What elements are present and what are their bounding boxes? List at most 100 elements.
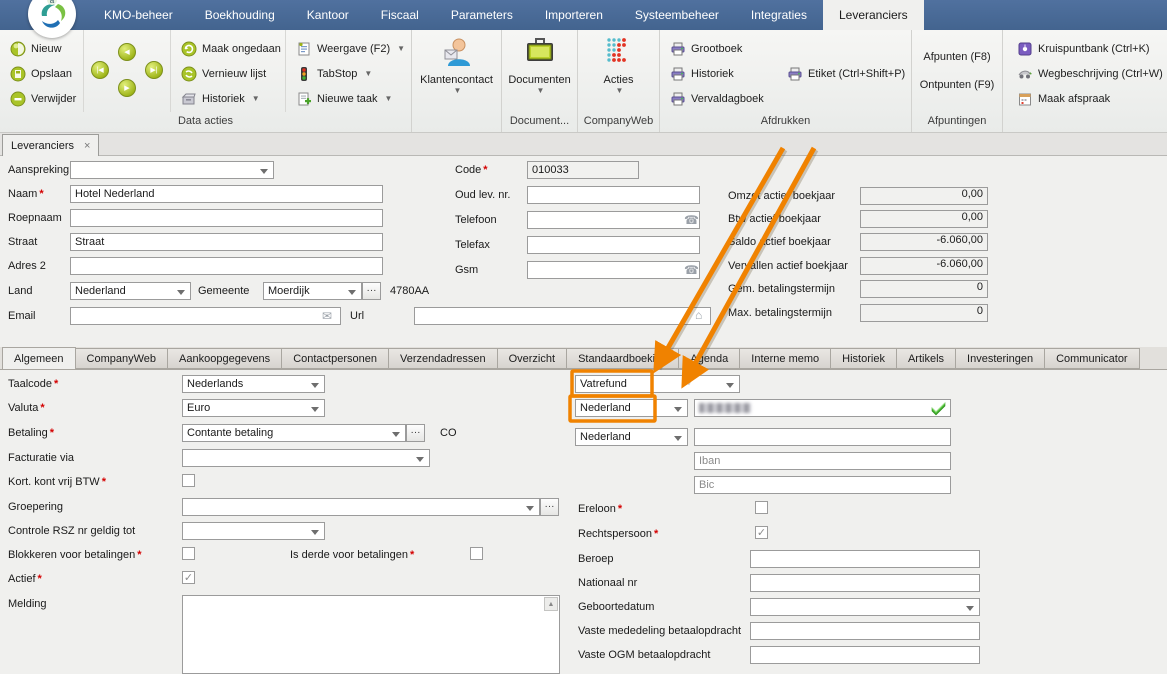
adres2-input[interactable]	[70, 257, 383, 275]
menu-tab-leveranciers[interactable]: Leveranciers	[823, 0, 924, 30]
ontpunten-button[interactable]: Ontpunten (F9)	[914, 76, 1001, 94]
betaling-lookup-button[interactable]: ···	[406, 424, 425, 442]
groepering-lookup-button[interactable]: ···	[540, 498, 559, 516]
menu-tab-systeembeheer[interactable]: Systeembeheer	[619, 0, 735, 30]
nav-last-button[interactable]: ▶|	[145, 61, 163, 79]
weergave-button[interactable]: Weergave (F2)▼	[292, 36, 404, 61]
tab-overzicht[interactable]: Overzicht	[497, 348, 566, 369]
aanspreking-dropdown[interactable]	[70, 161, 274, 179]
tab-investeringen[interactable]: Investeringen	[955, 348, 1044, 369]
maak-ongedaan-button[interactable]: Maak ongedaan	[177, 36, 281, 61]
historiek-button[interactable]: Historiek▼	[177, 86, 281, 111]
url-input[interactable]	[414, 307, 711, 325]
fiscaal-nummer-input[interactable]	[694, 428, 951, 446]
gemeente-lookup-button[interactable]: ···	[362, 282, 381, 300]
btw-nummer-input[interactable]	[694, 399, 951, 417]
etiket-print-button[interactable]: Etiket (Ctrl+Shift+P)	[783, 62, 907, 87]
tab-verzendadressen[interactable]: Verzendadressen	[388, 348, 497, 369]
menu-tab-importeren[interactable]: Importeren	[529, 0, 619, 30]
kruispuntbank-button[interactable]: Kruispuntbank (Ctrl+K)	[1013, 36, 1163, 61]
groepering-dropdown[interactable]	[182, 498, 540, 516]
ereloon-checkbox[interactable]	[755, 501, 768, 514]
bic-input[interactable]	[694, 476, 951, 494]
grootboek-print-button[interactable]: Grootboek	[666, 36, 773, 61]
menu-tab-parameters[interactable]: Parameters	[435, 0, 529, 30]
wegbeschrijving-button[interactable]: Wegbeschrijving (Ctrl+W)	[1013, 61, 1163, 86]
groepering-label: Groepering	[8, 501, 63, 513]
gsm-label: Gsm	[455, 264, 478, 276]
menu-tab-kmo-beheer[interactable]: KMO-beheer	[88, 0, 189, 30]
taalcode-dropdown[interactable]: Nederlands	[182, 375, 325, 393]
btw-land-dropdown[interactable]: Nederland	[575, 399, 688, 417]
menu-tab-fiscaal[interactable]: Fiscaal	[365, 0, 435, 30]
historiek-print-button[interactable]: Historiek	[666, 61, 773, 86]
iban-input[interactable]	[694, 452, 951, 470]
verwijder-button[interactable]: Verwijder	[6, 86, 79, 111]
naam-input[interactable]	[70, 185, 383, 203]
close-tab-icon[interactable]: ×	[84, 140, 90, 152]
melding-textarea[interactable]: ▲	[182, 595, 560, 674]
vatrefund-dropdown[interactable]: Vatrefund	[575, 375, 740, 393]
tab-standaardboeking[interactable]: Standaardboeking	[566, 348, 678, 369]
nieuw-button[interactable]: Nieuw	[6, 36, 79, 61]
tab-interne-memo[interactable]: Interne memo	[739, 348, 830, 369]
afpunten-button[interactable]: Afpunten (F8)	[917, 48, 996, 66]
url-home-icon[interactable]: ⌂	[695, 308, 702, 322]
controle-rsz-dropdown[interactable]	[182, 522, 325, 540]
valuta-dropdown[interactable]: Euro	[182, 399, 325, 417]
email-input[interactable]	[70, 307, 341, 325]
top-menu-bar: KMO-beheer Boekhouding Kantoor Fiscaal P…	[0, 0, 1167, 30]
scroll-up-icon[interactable]: ▲	[544, 597, 558, 611]
nieuwe-taak-button[interactable]: Nieuwe taak▼	[292, 86, 404, 111]
gsm-input[interactable]	[527, 261, 700, 279]
tab-communicator[interactable]: Communicator	[1044, 348, 1140, 369]
vernieuw-lijst-button[interactable]: Vernieuw lijst	[177, 61, 281, 86]
menu-tab-kantoor[interactable]: Kantoor	[291, 0, 365, 30]
kort-kont-vrij-btw-checkbox[interactable]	[182, 474, 195, 487]
roepnaam-label: Roepnaam	[8, 212, 62, 224]
documenten-button[interactable]: Documenten ▼	[502, 30, 577, 95]
menu-tab-integraties[interactable]: Integraties	[735, 0, 823, 30]
tab-agenda[interactable]: Agenda	[678, 348, 739, 369]
telefoon-input[interactable]	[527, 211, 700, 229]
code-label: Code*	[455, 164, 488, 176]
tab-contactpersonen[interactable]: Contactpersonen	[281, 348, 388, 369]
document-tab-leveranciers[interactable]: Leveranciers ×	[2, 134, 99, 156]
tab-aankoopgegevens[interactable]: Aankoopgegevens	[167, 348, 281, 369]
fiscaal-land-dropdown[interactable]: Nederland	[575, 428, 688, 446]
nav-previous-button[interactable]: ◀	[118, 43, 136, 61]
vaste-mededeling-input[interactable]	[750, 622, 980, 640]
gemeente-dropdown[interactable]: Moerdijk	[263, 282, 362, 300]
code-input	[527, 161, 639, 179]
nav-next-button[interactable]: ▶	[118, 79, 136, 97]
blokkeren-checkbox[interactable]	[182, 547, 195, 560]
rechtspersoon-checkbox[interactable]	[755, 526, 768, 539]
telefax-input[interactable]	[527, 236, 700, 254]
oud-lev-nr-input[interactable]	[527, 186, 700, 204]
nationaal-nr-input[interactable]	[750, 574, 980, 592]
vervaldagboek-print-button[interactable]: Vervaldagboek	[666, 86, 773, 111]
max-betalingstermijn-label: Max. betalingstermijn	[728, 307, 832, 319]
land-dropdown[interactable]: Nederland	[70, 282, 191, 300]
tab-companyweb[interactable]: CompanyWeb	[76, 348, 168, 369]
maak-afspraak-button[interactable]: Maak afspraak	[1013, 86, 1163, 111]
acties-button[interactable]: Acties ▼	[578, 30, 659, 95]
email-envelope-icon[interactable]: ✉	[322, 309, 332, 323]
geboortedatum-dropdown[interactable]	[750, 598, 980, 616]
betaling-dropdown[interactable]: Contante betaling	[182, 424, 406, 442]
vaste-ogm-input[interactable]	[750, 646, 980, 664]
tab-algemeen[interactable]: Algemeen	[2, 347, 76, 370]
opslaan-button[interactable]: Opslaan	[6, 61, 79, 86]
tabstop-button[interactable]: TabStop▼	[292, 61, 404, 86]
facturatie-via-dropdown[interactable]	[182, 449, 430, 467]
beroep-input[interactable]	[750, 550, 980, 568]
straat-input[interactable]	[70, 233, 383, 251]
tab-artikels[interactable]: Artikels	[896, 348, 955, 369]
menu-tab-boekhouding[interactable]: Boekhouding	[189, 0, 291, 30]
nav-first-button[interactable]: |◀	[91, 61, 109, 79]
roepnaam-input[interactable]	[70, 209, 383, 227]
actief-checkbox[interactable]	[182, 571, 195, 584]
tab-historiek[interactable]: Historiek	[830, 348, 896, 369]
is-derde-checkbox[interactable]	[470, 547, 483, 560]
klantencontact-button[interactable]: Klantencontact ▼	[412, 30, 501, 95]
